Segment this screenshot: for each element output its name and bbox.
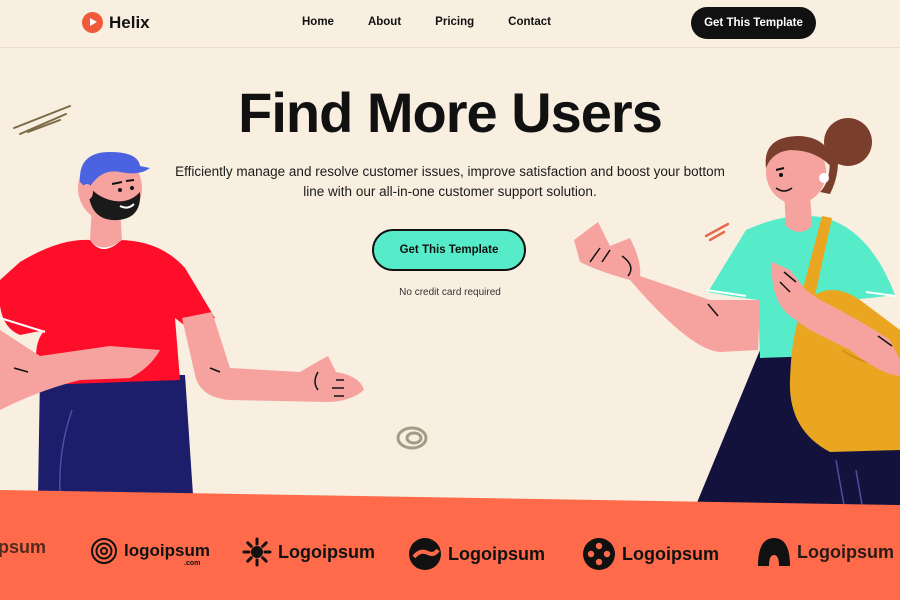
logo-partial: psum [0,537,46,558]
hero-subtitle: Efficiently manage and resolve customer … [175,164,725,199]
diamond-dots-icon [583,538,615,570]
logo-text: Logoipsum [278,541,375,562]
logo-arch: Logoipsum [757,537,894,567]
concentric-circle-icon [91,538,117,564]
swirl-decoration [396,426,428,450]
dash-decoration [704,222,730,242]
logo-text: Logoipsum [622,543,719,564]
arch-icon [758,538,790,566]
logo-text: Logoipsum [797,541,894,562]
logo-text: psum [0,537,47,557]
no-credit-card-note: No credit card required [399,287,501,298]
hero-get-template-button[interactable]: Get This Template [372,229,526,271]
hero-title: Find More Users [238,81,663,144]
logo-split-circle: Logoipsum [408,537,545,571]
split-circle-icon [409,538,441,570]
logo-sunburst: Logoipsum [242,537,375,567]
logo-text: logoipsum [124,541,210,560]
sunburst-icon [242,537,272,567]
logo-sub-text: .com [184,560,201,567]
logo-diamond-dots: Logoipsum [582,537,719,571]
logo-text: Logoipsum [448,543,545,564]
man-illustration [0,152,364,496]
